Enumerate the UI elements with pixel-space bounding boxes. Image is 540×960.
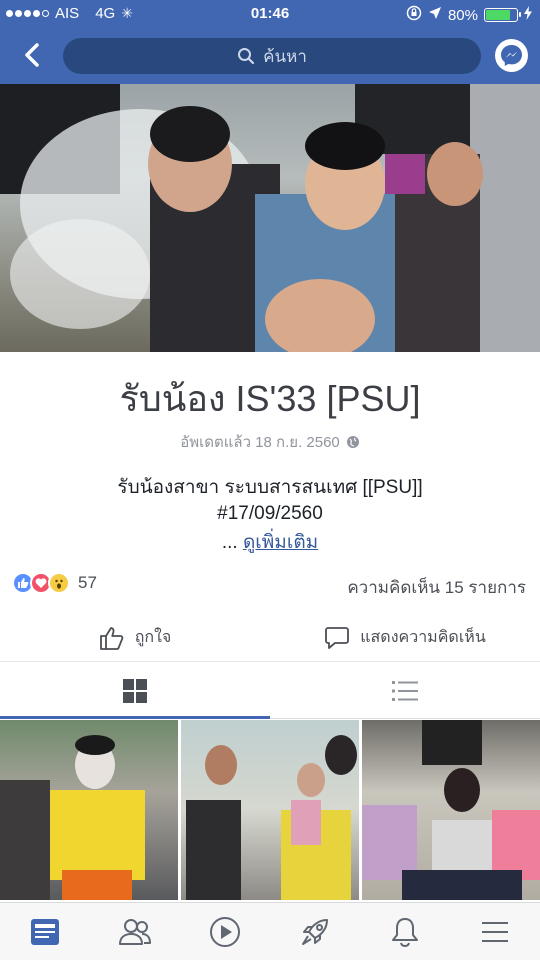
battery-percent: 80%: [447, 6, 478, 24]
comments-count[interactable]: ความคิดเห็น 15 รายการ: [347, 574, 526, 601]
view-tabs: [0, 663, 540, 719]
rotation-lock-icon: [406, 5, 422, 25]
photo-grid: [0, 720, 540, 900]
wow-reaction-icon: [48, 572, 70, 594]
description-line: รับน้องสาขา ระบบสารสนเทศ [[PSU]]: [117, 477, 423, 498]
tab-menu[interactable]: [450, 903, 540, 960]
bottom-tab-bar: [0, 902, 540, 960]
chevron-left-icon: [25, 43, 39, 67]
reaction-count: 57: [78, 573, 97, 592]
nav-bar: ค้นหา: [0, 28, 540, 84]
search-icon: [238, 48, 255, 65]
photo-thumbnail[interactable]: [362, 720, 540, 900]
thumbs-up-icon: [99, 626, 124, 650]
comment-label: แสดงความคิดเห็น: [360, 629, 486, 646]
battery-icon: [484, 8, 521, 22]
photo-image: [186, 735, 357, 900]
tab-grid[interactable]: [0, 663, 270, 719]
description-hashtag: #17/09/2560: [217, 503, 323, 524]
messenger-icon: [501, 45, 522, 66]
photo-image: [0, 735, 145, 900]
see-more-link[interactable]: ดูเพิ่มเติม: [243, 532, 318, 553]
hamburger-menu-icon: [482, 921, 508, 942]
tab-friends[interactable]: [90, 903, 180, 960]
friends-icon: [119, 918, 151, 945]
tab-list[interactable]: [270, 663, 540, 718]
rocket-icon: [302, 918, 328, 945]
like-button[interactable]: ถูกใจ: [0, 614, 270, 661]
ellipsis: ...: [221, 532, 238, 553]
photo-image: [362, 720, 540, 900]
globe-icon: [346, 436, 359, 448]
photo-thumbnail[interactable]: [181, 720, 359, 900]
tab-explore[interactable]: [270, 903, 360, 960]
charging-icon: [524, 6, 532, 24]
comment-icon: [325, 626, 350, 649]
photo-thumbnail[interactable]: [0, 720, 178, 900]
list-icon: [392, 680, 418, 701]
status-bar: AIS 4G ✳ 01:46 80%: [0, 0, 540, 28]
tab-notifications[interactable]: [360, 903, 450, 960]
like-label: ถูกใจ: [134, 629, 172, 646]
cover-photo[interactable]: [0, 84, 540, 352]
action-row: ถูกใจ แสดงความคิดเห็น: [0, 614, 540, 662]
comment-button[interactable]: แสดงความคิดเห็น: [270, 614, 540, 661]
cover-image: [0, 84, 540, 352]
location-icon: [428, 6, 442, 24]
see-more: ... ดูเพิ่มเติม: [0, 527, 540, 557]
news-feed-icon: [31, 918, 59, 945]
back-button[interactable]: [18, 40, 48, 70]
messenger-button[interactable]: [495, 39, 528, 72]
play-icon: [210, 916, 240, 947]
reactions-summary[interactable]: 57: [12, 572, 97, 594]
updated-text: อัพเดตแล้ว 18 ก.ย. 2560: [180, 434, 340, 451]
search-input[interactable]: ค้นหา: [63, 38, 481, 74]
tab-watch[interactable]: [180, 903, 270, 960]
tab-news-feed[interactable]: [0, 903, 90, 960]
page-title: รับน้อง IS'33 [PSU]: [119, 378, 421, 419]
bell-icon: [392, 917, 418, 947]
updated-info: อัพเดตแล้ว 18 ก.ย. 2560: [0, 430, 540, 454]
grid-icon: [123, 678, 147, 703]
page-description: รับน้องสาขา ระบบสารสนเทศ [[PSU]] #17/09/…: [0, 475, 540, 527]
search-placeholder: ค้นหา: [263, 46, 307, 66]
